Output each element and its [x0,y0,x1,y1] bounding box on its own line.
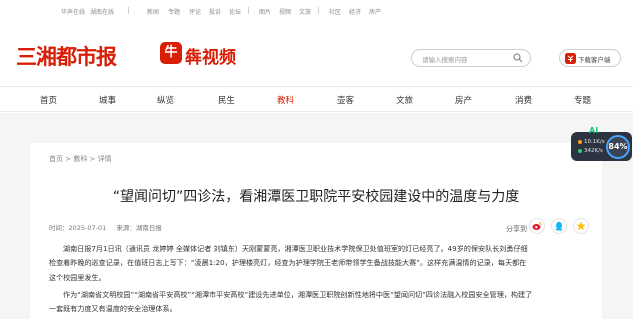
nav-item-home[interactable]: 首页 [40,94,57,106]
top-link[interactable]: 湖南在线 [90,7,114,16]
download-app-button[interactable]: 下载客户端 [559,49,621,67]
paragraph-line: 这个校园里发生。 [49,272,106,282]
article-source-label: 来源： [116,224,136,232]
paragraph-line: 湖南日报7月1日讯（通讯员 龙婷婷 全媒体记者 刘镇东）天刚蒙蒙亮，湘潭医卫职业… [63,244,528,253]
download-speed: 342K/s [578,148,603,154]
share-label: 分享到 [506,225,527,233]
site-logo-text: 三湘都市报 [16,45,117,69]
nav-item-consumption[interactable]: 消费 [515,94,532,106]
paragraph-line: 作为“湖南省文明校园”“湖南省平安高校”“湘潭市平安高校”建设先进单位，湘潭医卫… [63,290,533,299]
nav-item-education[interactable]: 教科 [277,94,294,106]
paragraph-line: 一套既有力度又有温度的安全治理体系。 [49,304,177,314]
top-link[interactable]: 投诉 [209,7,221,16]
article-title: “望闻问切”四诊法，看湘潭医卫职院平安校园建设中的温度与力度 [112,189,520,205]
upload-speed-value: 10.1K/s [584,139,605,145]
nav-item-city[interactable]: 城事 [99,94,116,106]
publish-time-value: 2025-07-01 [68,224,107,232]
article-paragraph: 湖南日报7月1日讯（通讯员 龙婷婷 全媒体记者 刘镇东）天刚蒙蒙亮，湘潭医卫职业… [49,242,589,285]
article-source: 来源：湖南日报 [116,224,162,232]
share-weibo-button[interactable] [529,218,545,234]
nav-item-hooker[interactable]: 壶客 [337,94,354,106]
search-box[interactable]: 请输入搜索内容 [411,49,531,67]
top-link-bar: 华声在线 湖南在线 新闻 专题 评论 投诉 论坛 图片 视频 文旅 社区 经济 … [0,0,633,24]
top-link[interactable]: 视频 [279,7,291,16]
breadcrumb[interactable]: 首页 > 教科 > 详情 [49,154,112,164]
nav-item-culture-travel[interactable]: 文旅 [396,94,413,106]
article-paragraph: 作为“湖南省文明校园”“湖南省平安高校”“湘潭市平安高校”建设先进单位，湘潭医卫… [49,288,589,317]
nav-item-livelihood[interactable]: 民生 [218,94,235,106]
share-qq-button[interactable] [551,218,567,234]
download-dot-icon [578,148,582,153]
download-app-label: 下载客户端 [578,56,611,64]
top-link[interactable]: 图片 [259,7,271,16]
video-logo-text: 犇视频 [185,48,236,68]
usage-gauge[interactable]: 84% [606,135,630,159]
top-link[interactable]: 华声在线 [61,7,85,16]
upload-dot-icon [578,139,582,144]
nav-item-property[interactable]: 房产 [455,94,472,106]
bull-logo-icon [565,53,576,64]
top-link[interactable]: 论坛 [229,7,241,16]
search-icon[interactable] [513,53,523,63]
publish-time: 时间：2025-07-01 [49,224,106,232]
top-link[interactable]: 社区 [329,7,341,16]
top-link[interactable]: 评论 [189,7,201,16]
ai-badge: AI [589,126,599,135]
qq-icon [555,221,563,231]
divider [128,7,129,14]
bull-logo-icon: 牛 [160,42,182,64]
top-link[interactable]: 新闻 [147,7,159,16]
nav-item-overview[interactable]: 纵览 [157,94,174,106]
main-nav: 首页 城事 纵览 民生 教科 壶客 文旅 房产 消费 专题 [0,86,633,112]
article-source-value: 湖南日报 [135,224,162,232]
weibo-icon [532,222,542,230]
nav-item-topics[interactable]: 专题 [574,94,591,106]
top-link[interactable]: 专题 [168,7,180,16]
upload-speed: 10.1K/s [578,139,605,145]
top-link[interactable]: 文旅 [299,7,311,16]
star-icon [576,221,586,231]
divider [318,7,319,14]
search-input[interactable]: 请输入搜索内容 [422,54,468,64]
share-qzone-button[interactable] [573,218,589,234]
download-speed-value: 342K/s [584,148,603,154]
article-meta: 时间：2025-07-01 来源：湖南日报 [49,222,170,232]
publish-time-label: 时间： [49,224,69,232]
top-link[interactable]: 房产 [369,7,381,16]
top-link[interactable]: 经济 [349,7,361,16]
divider [248,7,249,14]
paragraph-line: 检查着昨晚的巡查记录，在值班日志上写下：“凌晨1:20，护理楼亮灯，经查为护理学… [49,258,527,268]
